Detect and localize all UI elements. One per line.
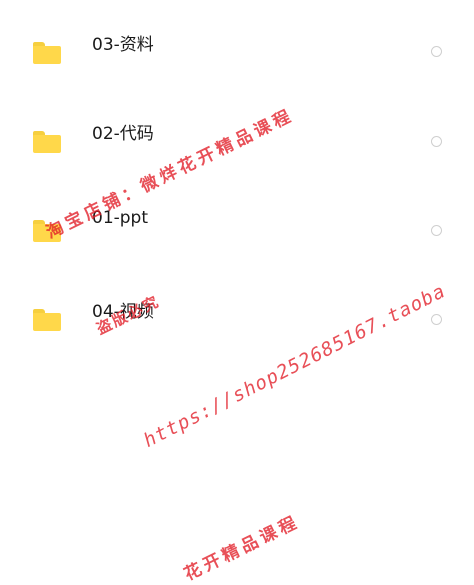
file-row-03[interactable]: 03-资料: [0, 10, 474, 90]
select-radio[interactable]: [431, 136, 442, 147]
file-name: 03-资料: [92, 35, 154, 55]
folder-icon: [33, 220, 61, 242]
watermark-shop-repeat: 花开精品课程: [181, 511, 304, 585]
select-radio[interactable]: [431, 46, 442, 57]
folder-icon: [33, 42, 61, 64]
select-radio[interactable]: [431, 225, 442, 236]
select-radio[interactable]: [431, 314, 442, 325]
folder-icon: [33, 309, 61, 331]
file-row-04[interactable]: 04-视频: [0, 277, 474, 357]
file-name: 02-代码: [92, 124, 154, 144]
file-name: 04-视频: [92, 302, 154, 322]
folder-icon: [33, 131, 61, 153]
file-row-02[interactable]: 02-代码: [0, 99, 474, 179]
file-name: 01-ppt: [92, 208, 149, 228]
file-row-01[interactable]: 01-ppt: [0, 188, 474, 268]
